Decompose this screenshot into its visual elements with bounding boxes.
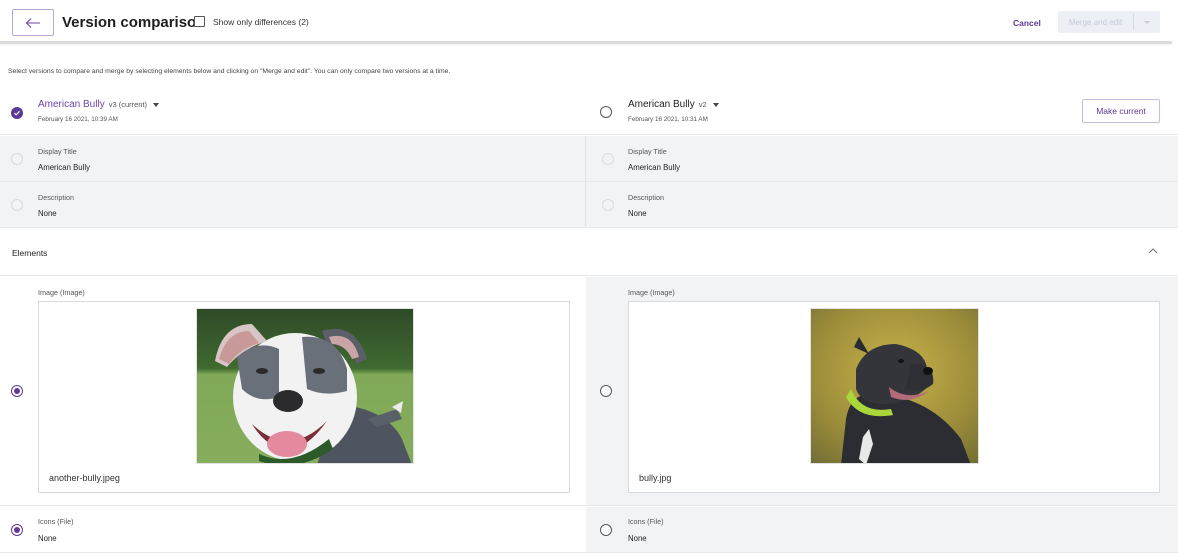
dog-photo-left bbox=[197, 309, 413, 463]
version-left-date: February 16 2021, 10:39 AM bbox=[38, 116, 118, 123]
element-right: Icons (File) None bbox=[586, 507, 1178, 552]
element-right: Image (Image) bully.jpg bbox=[586, 277, 1178, 505]
image-right-radio[interactable] bbox=[600, 385, 612, 397]
element-left: Image (Image) another-bully.jpeg bbox=[0, 277, 586, 505]
chevron-up-icon[interactable] bbox=[1146, 246, 1160, 256]
field-label: Description bbox=[628, 193, 664, 202]
image-filename-left: another-bully.jpeg bbox=[49, 473, 120, 483]
field-left-radio[interactable] bbox=[11, 199, 23, 211]
page-title: Version comparison bbox=[62, 14, 206, 31]
top-header: Version comparison Show only differences… bbox=[0, 0, 1172, 44]
element-label: Image (Image) bbox=[628, 288, 675, 297]
field-right: Description None bbox=[586, 182, 1178, 227]
element-left: Icons (File) None bbox=[0, 507, 586, 552]
field-row-description: Description None Description None bbox=[0, 182, 1178, 228]
version-left-tag: v3 (current) bbox=[108, 100, 148, 109]
version-left-radio[interactable] bbox=[11, 107, 23, 119]
dog-image-left bbox=[196, 308, 414, 464]
field-label: Description bbox=[38, 193, 74, 202]
field-row-display-title: Display Title American Bully Display Tit… bbox=[0, 136, 1178, 182]
version-right-name: American Bully bbox=[628, 99, 695, 110]
field-value: American Bully bbox=[628, 163, 680, 172]
element-label: Icons (File) bbox=[38, 517, 74, 526]
element-value: None bbox=[628, 534, 647, 543]
caret-down-icon bbox=[1144, 20, 1150, 24]
version-right-date: February 16 2021, 10:31 AM bbox=[628, 116, 708, 123]
field-right-radio[interactable] bbox=[602, 199, 614, 211]
field-left-radio[interactable] bbox=[11, 153, 23, 165]
icons-left-radio[interactable] bbox=[11, 524, 23, 536]
image-preview-left: another-bully.jpeg bbox=[38, 301, 570, 493]
element-label: Icons (File) bbox=[628, 517, 664, 526]
dog-image-right bbox=[810, 308, 979, 464]
field-label: Display Title bbox=[628, 147, 667, 156]
checkmark-icon bbox=[14, 110, 20, 116]
make-current-button[interactable]: Make current bbox=[1082, 99, 1160, 123]
dog-photo-right bbox=[811, 309, 978, 463]
merge-button-group: Merge and edit bbox=[1058, 11, 1160, 33]
version-right-title: American Bully v2 bbox=[628, 99, 719, 110]
image-preview-right: bully.jpg bbox=[628, 301, 1160, 493]
version-left-title: American Bully v3 (current) bbox=[38, 99, 160, 110]
image-filename-right: bully.jpg bbox=[639, 473, 672, 483]
arrow-left-icon bbox=[25, 17, 40, 28]
show-differences-checkbox[interactable] bbox=[194, 16, 205, 27]
field-value: American Bully bbox=[38, 163, 90, 172]
version-header-row: American Bully v3 (current) February 16 … bbox=[0, 90, 1178, 135]
elements-section-header[interactable] bbox=[0, 229, 1178, 276]
version-right-dropdown-icon[interactable] bbox=[712, 102, 719, 107]
instructions-text: Select versions to compare and merge by … bbox=[8, 68, 451, 75]
merge-and-edit-button[interactable]: Merge and edit bbox=[1058, 11, 1133, 33]
version-left-dropdown-icon[interactable] bbox=[153, 102, 160, 107]
field-value: None bbox=[38, 209, 57, 218]
element-row-image: Image (Image) another-bully.jpeg Image (… bbox=[0, 277, 1178, 506]
field-right: Display Title American Bully bbox=[586, 136, 1178, 181]
element-value: None bbox=[38, 534, 57, 543]
version-right-tag: v2 bbox=[698, 100, 707, 109]
version-right-radio[interactable] bbox=[600, 106, 612, 118]
back-button[interactable] bbox=[12, 9, 54, 36]
version-left-name: American Bully bbox=[38, 99, 105, 110]
version-right: American Bully v2 February 16 2021, 10:3… bbox=[586, 90, 1178, 134]
element-label: Image (Image) bbox=[38, 288, 85, 297]
field-value: None bbox=[628, 209, 647, 218]
field-label: Display Title bbox=[38, 147, 77, 156]
show-differences-label: Show only differences (2) bbox=[213, 16, 309, 27]
icons-right-radio[interactable] bbox=[600, 524, 612, 536]
merge-dropdown-button[interactable] bbox=[1134, 11, 1160, 33]
image-left-radio[interactable] bbox=[11, 385, 23, 397]
cancel-button[interactable]: Cancel bbox=[1013, 18, 1041, 28]
field-right-radio[interactable] bbox=[602, 153, 614, 165]
field-left: Description None bbox=[0, 182, 586, 227]
show-differences-toggle[interactable]: Show only differences (2) bbox=[194, 16, 309, 27]
element-row-icons: Icons (File) None Icons (File) None bbox=[0, 507, 1178, 553]
field-left: Display Title American Bully bbox=[0, 136, 586, 181]
elements-title: Elements bbox=[12, 248, 48, 258]
version-left: American Bully v3 (current) February 16 … bbox=[0, 90, 586, 134]
